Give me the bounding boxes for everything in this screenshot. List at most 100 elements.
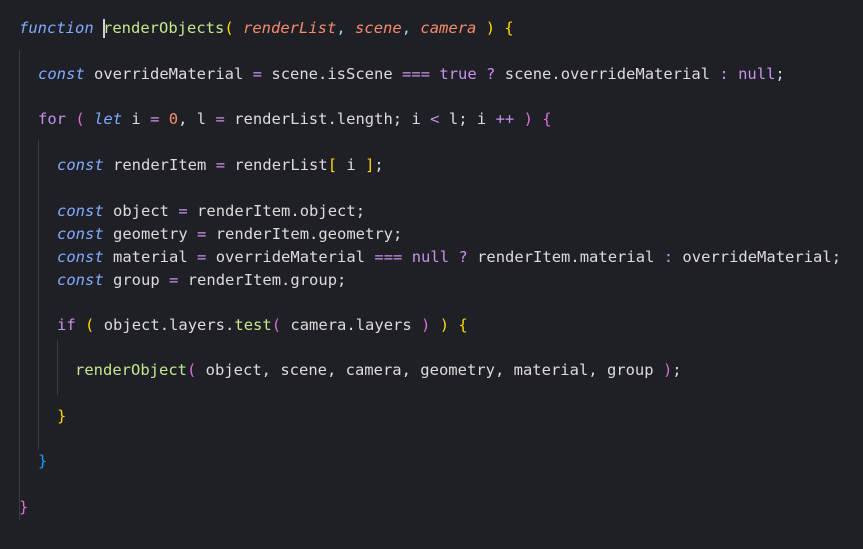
operator-assign: = [215, 156, 226, 174]
identifier: l [196, 110, 207, 128]
paren-close: ) [662, 361, 673, 379]
keyword-if: if [57, 316, 76, 334]
code-editor[interactable]: function renderObjects( renderList, scen… [0, 0, 863, 549]
code-line-6[interactable]: const geometry = renderItem.geometry; [57, 223, 402, 246]
semicolon: ; [831, 248, 842, 266]
identifier: overrideMaterial [682, 248, 832, 266]
semicolon: ; [337, 271, 347, 289]
code-line-4[interactable]: const renderItem = renderList[ i ]; [57, 154, 384, 177]
operator-assign: = [197, 248, 207, 266]
operator-assign: = [169, 271, 179, 289]
expression: scene.overrideMaterial [504, 65, 711, 83]
paren-open: ( [224, 19, 234, 37]
param-scene: scene [355, 19, 402, 37]
param-renderlist: renderList [243, 19, 337, 37]
keyword-function: function [19, 19, 94, 37]
code-line-7[interactable]: const material = overrideMaterial === nu… [57, 246, 841, 269]
semicolon: ; [672, 361, 682, 379]
keyword-for: for [38, 110, 66, 128]
expression: renderItem.object [197, 202, 356, 220]
paren-open: ( [186, 361, 197, 379]
operator-assign: = [197, 225, 207, 243]
code-line-3[interactable]: for ( let i = 0, l = renderList.length; … [38, 108, 552, 131]
keyword-const: const [57, 271, 104, 289]
expression: renderItem.group [187, 271, 338, 289]
operator-ternary: ? [458, 248, 468, 266]
operator-assign: = [252, 65, 263, 83]
keyword-const: const [38, 65, 85, 83]
comma: , [401, 19, 412, 37]
paren-close: ) [485, 19, 496, 37]
semicolon: ; [374, 156, 384, 174]
semicolon: ; [355, 202, 366, 220]
expression: renderItem.geometry [215, 225, 394, 243]
code-line-9[interactable]: if ( object.layers.test( camera.layers )… [57, 314, 468, 337]
identifier: material [113, 248, 188, 266]
keyword-const: const [57, 225, 104, 243]
code-line-12[interactable]: } [38, 450, 47, 473]
brace-open: { [504, 19, 514, 37]
identifier: renderList [234, 156, 328, 174]
operator-assign: = [178, 202, 188, 220]
identifier: group [113, 271, 160, 289]
semicolon: ; [392, 110, 403, 128]
identifier: i [476, 110, 487, 128]
code-line-8[interactable]: const group = renderItem.group; [57, 269, 346, 292]
literal-null: null [411, 248, 450, 266]
expression: object.layers. [103, 316, 235, 334]
identifier: l [448, 110, 459, 128]
operator-less-than: < [430, 110, 440, 128]
bracket-open: [ [327, 156, 338, 174]
expression: renderItem.material [477, 248, 655, 266]
literal-true: true [439, 65, 477, 83]
paren-close: ) [523, 110, 533, 128]
paren-close: ) [421, 316, 431, 334]
identifier: geometry [113, 225, 188, 243]
paren-open: ( [85, 316, 95, 334]
comma: , [336, 19, 346, 37]
operator-assign: = [215, 110, 225, 128]
code-line-5[interactable]: const object = renderItem.object; [57, 200, 365, 223]
arguments: object, scene, camera, geometry, materia… [205, 361, 654, 379]
indent-guide-level-3 [57, 340, 58, 395]
indent-guide-level-2 [38, 140, 39, 450]
operator-colon: : [663, 248, 674, 266]
param-camera: camera [420, 19, 477, 37]
code-line-13[interactable]: } [19, 496, 28, 519]
brace-open: { [458, 316, 468, 334]
expression: scene.isScene [271, 65, 393, 83]
semicolon: ; [393, 225, 403, 243]
identifier: overrideMaterial [94, 65, 244, 83]
method-name: test [234, 316, 272, 334]
code-line-1[interactable]: function renderObjects( renderList, scen… [19, 17, 514, 40]
comma: , [178, 110, 188, 128]
code-line-11[interactable]: } [57, 405, 66, 428]
identifier: i [411, 110, 421, 128]
brace-open: { [542, 110, 552, 128]
expression: renderList.length [234, 110, 393, 128]
keyword-let: let [94, 110, 123, 128]
paren-open: ( [271, 316, 282, 334]
brace-close: } [19, 498, 29, 516]
operator-increment: ++ [495, 110, 515, 128]
code-line-10[interactable]: renderObject( object, scene, camera, geo… [75, 359, 682, 382]
semicolon: ; [458, 110, 468, 128]
keyword-const: const [57, 156, 104, 174]
indent-guide-level-1 [19, 50, 20, 520]
identifier: i [131, 110, 141, 128]
function-name: renderObjects [103, 19, 225, 37]
operator-strict-equal: === [374, 248, 403, 266]
paren-close: ) [439, 316, 450, 334]
brace-close: } [57, 407, 67, 425]
keyword-const: const [57, 248, 104, 266]
operator-colon: : [719, 65, 729, 83]
operator-strict-equal: === [402, 65, 431, 83]
semicolon: ; [775, 65, 785, 83]
operator-assign: = [150, 110, 160, 128]
brace-close: } [38, 452, 48, 470]
keyword-const: const [57, 202, 104, 220]
identifier: object [113, 202, 170, 220]
paren-open: ( [75, 110, 85, 128]
operator-ternary: ? [486, 65, 496, 83]
code-line-2[interactable]: const overrideMaterial = scene.isScene =… [38, 63, 785, 86]
